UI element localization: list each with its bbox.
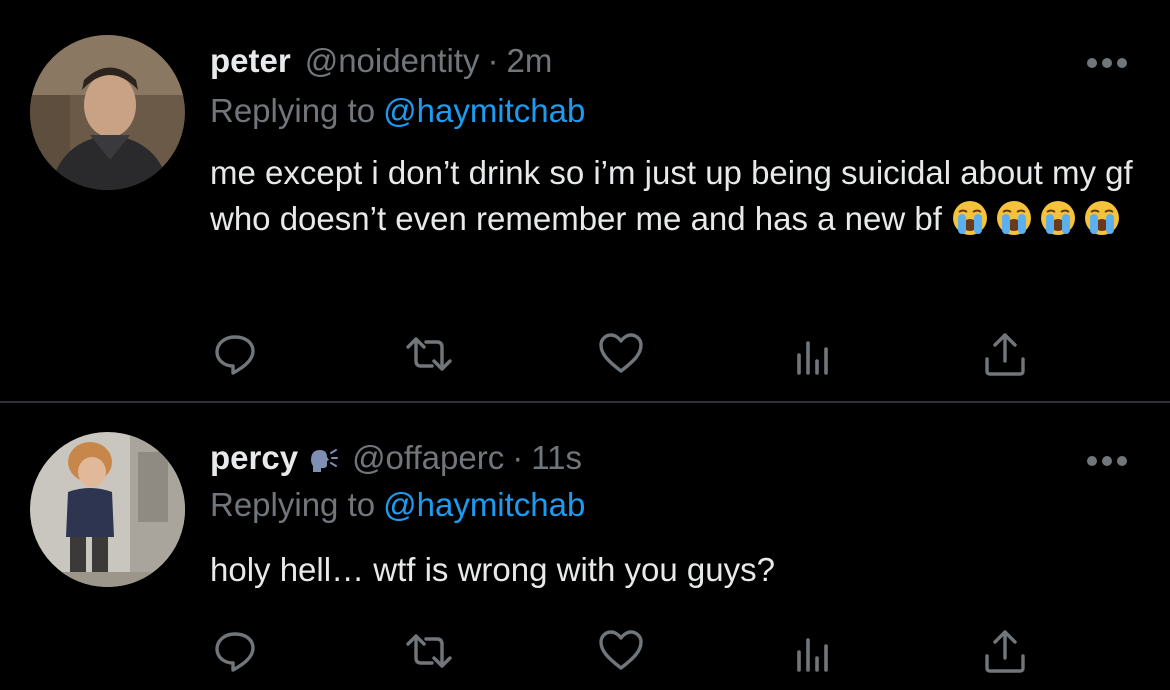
user-handle[interactable]: @offaperc <box>352 439 504 477</box>
reply-button[interactable] <box>210 329 260 379</box>
more-options-icon[interactable] <box>1086 454 1128 468</box>
mention-link[interactable]: @haymitchab <box>383 486 585 523</box>
avatar[interactable] <box>30 35 185 190</box>
analytics-icon <box>797 341 828 375</box>
speaking-head-icon <box>311 449 339 472</box>
tweet-divider <box>0 401 1170 403</box>
timestamp[interactable]: 11s <box>531 439 582 477</box>
separator: · <box>512 439 524 476</box>
tweet-header: percy @offaperc · 11s <box>210 439 582 479</box>
tweet-text: me except i don’t drink so i’m just up b… <box>210 150 1140 242</box>
loudly-crying-face-icon <box>996 201 1031 236</box>
retweet-icon <box>406 634 452 668</box>
loudly-crying-face-icon <box>952 201 987 236</box>
timestamp[interactable]: 2m <box>506 42 552 80</box>
replying-to: Replying to @haymitchab <box>210 486 585 524</box>
tweet-text-content: holy hell… wtf is wrong with you guys? <box>210 551 775 588</box>
reply-icon <box>215 632 255 672</box>
tweet[interactable]: peter @noidentity · 2m Replying to @haymi… <box>0 0 1170 402</box>
user-handle[interactable]: @noidentity <box>305 42 480 80</box>
replying-to-label: Replying to <box>210 486 376 523</box>
share-icon <box>985 333 1025 376</box>
tweet-actions <box>0 329 1170 379</box>
analytics-button[interactable] <box>788 329 838 379</box>
emoji-group <box>952 200 1120 236</box>
share-button[interactable] <box>980 626 1030 676</box>
analytics-button[interactable] <box>788 626 838 676</box>
tweet-actions <box>0 626 1170 676</box>
like-button[interactable] <box>596 329 646 379</box>
mention-link[interactable]: @haymitchab <box>383 92 585 129</box>
loudly-crying-face-icon <box>1084 201 1119 236</box>
replying-to: Replying to @haymitchab <box>210 92 585 130</box>
loudly-crying-face-icon <box>1040 201 1075 236</box>
tweet-text: holy hell… wtf is wrong with you guys? <box>210 547 1140 593</box>
tweet-header: peter @noidentity · 2m <box>210 42 552 82</box>
display-name[interactable]: percy <box>210 439 298 477</box>
heart-icon <box>599 630 643 670</box>
retweet-icon <box>406 337 452 371</box>
reply-icon <box>215 335 255 375</box>
retweet-button[interactable] <box>404 329 454 379</box>
avatar[interactable] <box>30 432 185 587</box>
tweet[interactable]: percy @offaperc · 11s Replying to @haymit… <box>0 404 1170 690</box>
heart-icon <box>599 333 643 373</box>
display-name[interactable]: peter <box>210 42 291 80</box>
separator: · <box>487 42 499 79</box>
share-button[interactable] <box>980 329 1030 379</box>
reply-button[interactable] <box>210 626 260 676</box>
analytics-icon <box>797 638 828 672</box>
more-options-icon[interactable] <box>1086 56 1128 70</box>
replying-to-label: Replying to <box>210 92 376 129</box>
retweet-button[interactable] <box>404 626 454 676</box>
share-icon <box>985 630 1025 673</box>
like-button[interactable] <box>596 626 646 676</box>
